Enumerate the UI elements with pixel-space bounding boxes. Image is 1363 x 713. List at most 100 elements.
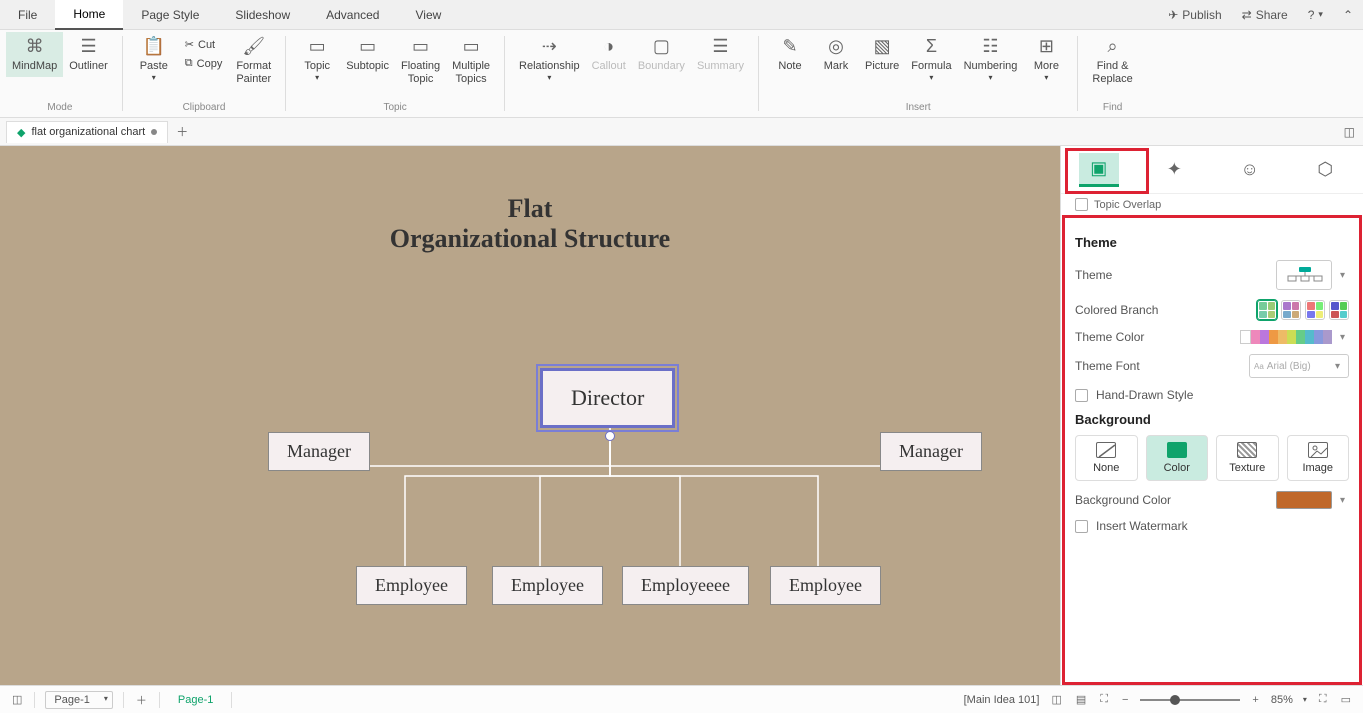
bg-color-label: Background Color	[1075, 493, 1171, 507]
group-label-clipboard: Clipboard	[183, 102, 226, 115]
add-page-button[interactable]: ＋	[134, 690, 149, 710]
cut-button[interactable]: ✂Cut	[181, 36, 227, 53]
new-tab-button[interactable]: ＋	[174, 121, 190, 142]
topic-overlap-checkbox[interactable]	[1075, 198, 1088, 211]
panel-toggle-button[interactable]: ◫	[1342, 123, 1357, 141]
node-director[interactable]: Director	[540, 368, 675, 428]
bg-color-dropdown-icon[interactable]: ▾	[1336, 495, 1349, 506]
panel-tab-ai[interactable]: ✦	[1154, 153, 1194, 187]
page-tab[interactable]: Page-1	[170, 694, 221, 706]
format-painter-button[interactable]: 🖌 Format Painter	[230, 32, 277, 90]
bg-option-none[interactable]: None	[1075, 435, 1138, 481]
zoom-out-button[interactable]: −	[1120, 692, 1130, 708]
fullscreen-button[interactable]: ⛶	[1317, 691, 1329, 708]
canvas[interactable]: Flat Organizational Structure Director M…	[0, 146, 1060, 685]
ribbon-group-find: ⌕Find & Replace Find	[1080, 30, 1144, 117]
mark-button[interactable]: ◎Mark	[813, 32, 859, 77]
node-handle[interactable]	[605, 431, 615, 441]
menu-pagestyle[interactable]: Page Style	[123, 1, 217, 29]
group-label-topic: Topic	[383, 102, 406, 115]
menu-home[interactable]: Home	[55, 0, 123, 30]
menu-slideshow[interactable]: Slideshow	[217, 1, 308, 29]
bg-color-row: Background Color ▾	[1075, 491, 1349, 509]
node-employee-4[interactable]: Employee	[770, 566, 881, 605]
node-employee-3[interactable]: Employeeee	[622, 566, 749, 605]
formula-button[interactable]: ΣFormula▾	[905, 32, 957, 87]
panel-tab-emoji[interactable]: ☺	[1230, 153, 1270, 187]
theme-selector[interactable]	[1276, 260, 1332, 290]
watermark-checkbox[interactable]	[1075, 520, 1088, 533]
publish-label: Publish	[1182, 8, 1221, 22]
bg-option-color[interactable]: Color	[1146, 435, 1209, 481]
bg-color-swatch[interactable]	[1276, 491, 1332, 509]
paste-button[interactable]: 📋 Paste ▾	[131, 32, 177, 87]
help-icon: ?	[1308, 8, 1315, 22]
node-manager-1[interactable]: Manager	[268, 432, 370, 471]
group-label-mode: Mode	[47, 102, 72, 115]
copy-button[interactable]: ⧉Copy	[181, 55, 227, 72]
theme-color-palette[interactable]	[1240, 330, 1332, 344]
find-replace-button[interactable]: ⌕Find & Replace	[1086, 32, 1138, 90]
theme-row: Theme ▾	[1075, 260, 1349, 290]
picture-button[interactable]: ▧Picture	[859, 32, 905, 77]
document-tab-label: flat organizational chart	[31, 126, 145, 138]
node-manager-2[interactable]: Manager	[880, 432, 982, 471]
bg-option-image[interactable]: Image	[1287, 435, 1350, 481]
subtopic-button[interactable]: ▭Subtopic	[340, 32, 395, 77]
node-employee-2[interactable]: Employee	[492, 566, 603, 605]
ribbon-group-insert: ✎Note ◎Mark ▧Picture ΣFormula▾ ☷Numberin…	[761, 30, 1075, 117]
more-button[interactable]: ⊞More▾	[1023, 32, 1069, 87]
gear-icon: ⬡	[1317, 159, 1333, 180]
theme-font-value: Arial (Big)	[1267, 361, 1311, 372]
collapse-ribbon-button[interactable]: ⌃	[1333, 8, 1363, 22]
page-dropdown[interactable]: Page-1▾	[45, 691, 112, 709]
multiple-topics-button[interactable]: ▭Multiple Topics	[446, 32, 496, 90]
zoom-slider[interactable]	[1140, 699, 1240, 701]
ribbon-group-clipboard: 📋 Paste ▾ ✂Cut ⧉Copy 🖌 Format Painter Cl…	[125, 30, 283, 117]
menu-advanced[interactable]: Advanced	[308, 1, 397, 29]
topic-button[interactable]: ▭Topic▾	[294, 32, 340, 87]
outliner-label: Outliner	[69, 60, 108, 73]
branch-color-option-4[interactable]	[1329, 300, 1349, 320]
hand-drawn-label: Hand-Drawn Style	[1096, 388, 1193, 402]
chart-title-line1: Flat	[0, 194, 1060, 224]
numbering-button[interactable]: ☷Numbering▾	[958, 32, 1024, 87]
document-tab[interactable]: ◆ flat organizational chart	[6, 121, 168, 143]
status-bar: ◫ Page-1▾ ＋ Page-1 [Main Idea 101] ◫ ▤ ⛶…	[0, 685, 1363, 713]
branch-color-option-2[interactable]	[1281, 300, 1301, 320]
menu-file[interactable]: File	[0, 1, 55, 29]
help-button[interactable]: ?▾	[1298, 8, 1333, 22]
bg-option-texture[interactable]: Texture	[1216, 435, 1279, 481]
chart-title-line2: Organizational Structure	[0, 224, 1060, 254]
theme-color-dropdown-icon[interactable]: ▾	[1336, 332, 1349, 343]
view-mode-1[interactable]: ◫	[1049, 691, 1063, 708]
relationship-button[interactable]: ⇢Relationship▾	[513, 32, 586, 87]
node-employee-1[interactable]: Employee	[356, 566, 467, 605]
minimize-panel-button[interactable]: ▭	[1339, 691, 1353, 708]
find-icon: ⌕	[1102, 36, 1124, 58]
mindmap-button[interactable]: ⌘ MindMap	[6, 32, 63, 77]
note-button[interactable]: ✎Note	[767, 32, 813, 77]
mindmap-label: MindMap	[12, 60, 57, 73]
theme-dropdown-icon[interactable]: ▾	[1336, 270, 1349, 281]
zoom-in-button[interactable]: +	[1250, 692, 1260, 708]
status-main-idea: [Main Idea 101]	[964, 694, 1040, 706]
branch-color-option-3[interactable]	[1305, 300, 1325, 320]
hand-drawn-checkbox[interactable]	[1075, 389, 1088, 402]
share-button[interactable]: ⇄ Share	[1232, 8, 1298, 22]
panel-tab-settings[interactable]: ⬡	[1305, 153, 1345, 187]
pages-panel-button[interactable]: ◫	[10, 691, 24, 708]
theme-font-selector[interactable]: Aa Arial (Big) ▾	[1249, 354, 1349, 378]
panel-tab-page[interactable]: ▣	[1079, 153, 1119, 187]
ribbon-group-topic: ▭Topic▾ ▭Subtopic ▭Floating Topic ▭Multi…	[288, 30, 502, 117]
publish-button[interactable]: ✈ Publish	[1158, 8, 1231, 22]
outliner-button[interactable]: ☰ Outliner	[63, 32, 114, 77]
topic-overlap-label: Topic Overlap	[1094, 199, 1161, 211]
view-mode-2[interactable]: ▤	[1074, 691, 1088, 708]
floating-topic-button[interactable]: ▭Floating Topic	[395, 32, 446, 90]
fit-button[interactable]: ⛶	[1098, 691, 1110, 708]
branch-color-option-1[interactable]	[1257, 300, 1277, 320]
format-painter-label: Format Painter	[236, 60, 271, 86]
menu-view[interactable]: View	[397, 1, 459, 29]
format-painter-icon: 🖌	[243, 36, 265, 58]
